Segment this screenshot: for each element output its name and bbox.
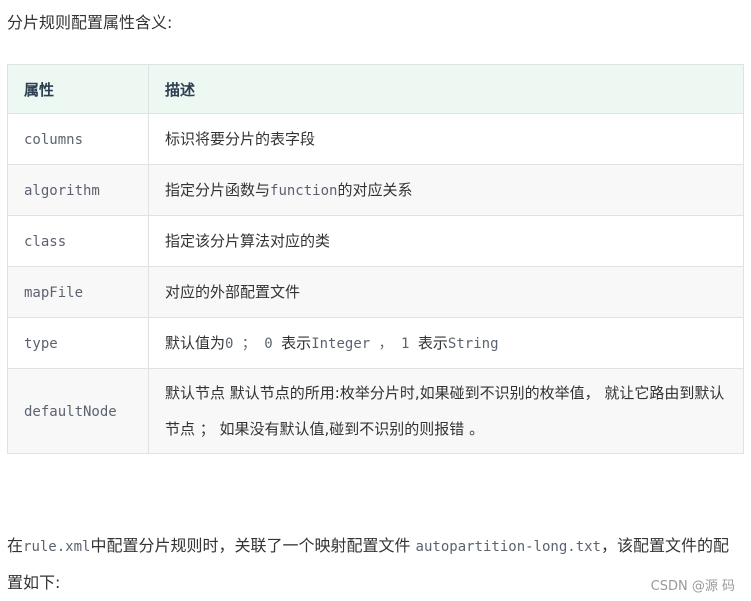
property-cell: class	[7, 215, 149, 267]
table-row: columns 标识将要分片的表字段	[7, 113, 744, 165]
table-row: class 指定该分片算法对应的类	[7, 215, 744, 267]
header-description: 描述	[148, 64, 744, 114]
table-row: algorithm 指定分片函数与function的对应关系	[7, 164, 744, 216]
property-cell: mapFile	[7, 266, 149, 318]
description-text: 标识将要分片的表字段	[165, 130, 316, 148]
property-name: type	[24, 336, 58, 352]
description-cell: 标识将要分片的表字段	[148, 113, 744, 165]
description-code: Integer ， 1	[311, 335, 418, 352]
outro-text-1: 在	[7, 536, 24, 555]
property-cell: columns	[7, 113, 149, 165]
table-header-row: 属性 描述	[7, 64, 744, 114]
property-name: algorithm	[24, 183, 100, 199]
table-row: mapFile 对应的外部配置文件	[7, 266, 744, 318]
property-cell: defaultNode	[7, 368, 149, 454]
header-property: 属性	[7, 64, 149, 114]
description-code: String	[447, 335, 499, 352]
description-text: 指定分片函数与	[165, 180, 271, 199]
description-cell: 默认节点 默认节点的所用:枚举分片时,如果碰到不识别的枚举值， 就让它路由到默认…	[148, 368, 744, 454]
outro-filename-mapping: autopartition-long.txt	[415, 539, 601, 555]
property-name: columns	[24, 132, 84, 148]
outro-text-2: 中配置分片规则时，关联了一个映射配置文件	[90, 536, 416, 555]
description-text: 对应的外部配置文件	[165, 283, 301, 301]
description-text: 默认节点 默认节点的所用:枚举分片时,如果碰到不识别的枚举值， 就让它路由到默认…	[165, 384, 725, 438]
description-cell: 默认值为0 ； 0 表示Integer ， 1 表示String	[148, 317, 744, 369]
description-text: 的对应关系	[337, 180, 413, 199]
description-text: 表示	[417, 333, 448, 352]
property-cell: algorithm	[7, 164, 149, 216]
description-code: function	[270, 182, 338, 199]
property-cell: type	[7, 317, 149, 369]
description-text: 指定该分片算法对应的类	[165, 232, 331, 250]
table-row: defaultNode 默认节点 默认节点的所用:枚举分片时,如果碰到不识别的枚举…	[7, 368, 744, 454]
property-name: class	[24, 234, 67, 250]
table-row: type 默认值为0 ； 0 表示Integer ， 1 表示String	[7, 317, 744, 369]
outro-paragraph: 在rule.xml中配置分片规则时，关联了一个映射配置文件 autopartit…	[7, 528, 743, 601]
description-cell: 指定该分片算法对应的类	[148, 215, 744, 267]
outro-filename-rule: rule.xml	[23, 539, 91, 555]
watermark: CSDN @源 码	[650, 579, 735, 594]
description-code: 0 ； 0	[225, 335, 282, 352]
intro-paragraph: 分片规则配置属性含义:	[7, 13, 173, 32]
properties-table: 属性 描述 columns 标识将要分片的表字段 algorithm 指定分片函数与f…	[7, 64, 744, 454]
description-text: 默认值为	[165, 333, 226, 352]
property-name: mapFile	[24, 285, 84, 301]
description-cell: 对应的外部配置文件	[148, 266, 744, 318]
property-name: defaultNode	[24, 404, 117, 420]
description-text: 表示	[281, 333, 312, 352]
description-cell: 指定分片函数与function的对应关系	[148, 164, 744, 216]
